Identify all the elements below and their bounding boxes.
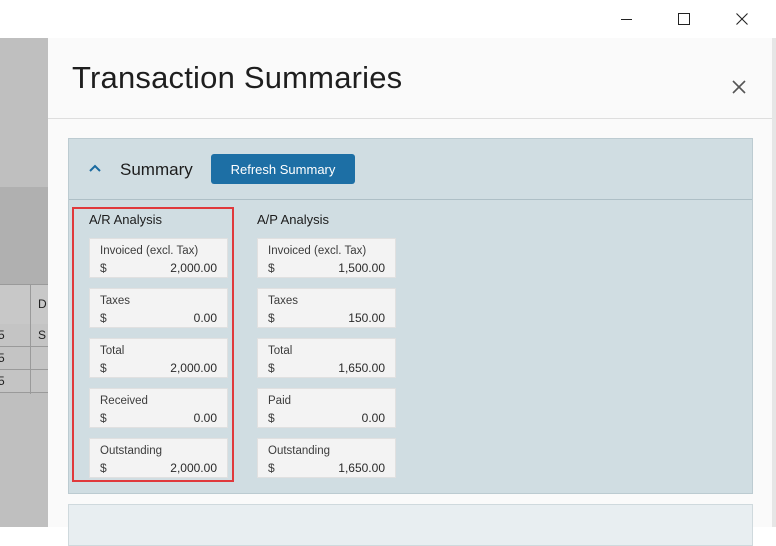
card-value: 1,650.00	[338, 361, 385, 375]
card-currency: $	[268, 261, 275, 275]
ar-analysis-title: A/R Analysis	[89, 212, 162, 227]
background-cell: 5	[0, 351, 5, 365]
card-label: Received	[100, 395, 148, 407]
chevron-up-icon[interactable]	[89, 163, 101, 173]
next-section-collapsed[interactable]	[68, 504, 753, 546]
ar-invoiced-card: Invoiced (excl. Tax) $ 2,000.00	[89, 238, 228, 278]
summary-section-title: Summary	[120, 160, 193, 179]
minimize-button[interactable]	[597, 0, 655, 38]
card-currency: $	[100, 261, 107, 275]
minimize-icon	[620, 18, 632, 20]
card-value: 1,500.00	[338, 261, 385, 275]
summary-section-header: Summary Refresh Summary	[69, 139, 752, 200]
close-icon	[732, 80, 746, 94]
card-label: Taxes	[268, 295, 299, 307]
ap-total-card: Total $ 1,650.00	[257, 338, 396, 378]
card-value: 0.00	[193, 311, 217, 325]
maximize-icon	[678, 13, 690, 25]
refresh-summary-button[interactable]: Refresh Summary	[211, 154, 355, 184]
card-label: Invoiced (excl. Tax)	[268, 245, 367, 257]
maximize-button[interactable]	[655, 0, 713, 38]
panel-title: Transaction Summaries	[72, 60, 403, 95]
card-currency: $	[100, 311, 107, 325]
panel-close-button[interactable]	[728, 76, 750, 98]
card-value: 0.00	[361, 411, 385, 425]
background-app: D 5 S 5 5	[0, 38, 48, 527]
transaction-summaries-panel: Transaction Summaries Summary Refresh Su…	[48, 38, 776, 546]
card-label: Total	[268, 345, 293, 357]
card-label: Taxes	[100, 295, 131, 307]
background-cell: 5	[0, 374, 5, 388]
background-cell: S	[38, 328, 47, 342]
ar-total-card: Total $ 2,000.00	[89, 338, 228, 378]
panel-scrollbar[interactable]	[772, 38, 776, 527]
background-grid-row[interactable]: 5	[0, 347, 48, 370]
ap-paid-card: Paid $ 0.00	[257, 388, 396, 428]
card-value: 2,000.00	[170, 361, 217, 375]
card-value: 0.00	[193, 411, 217, 425]
ap-analysis-title: A/P Analysis	[257, 212, 330, 227]
card-label: Total	[100, 345, 125, 357]
card-currency: $	[100, 361, 107, 375]
background-toolbar	[0, 187, 48, 284]
card-currency: $	[100, 411, 107, 425]
card-currency: $	[268, 461, 275, 475]
title-divider	[48, 118, 772, 119]
window-title-bar	[0, 0, 776, 38]
ar-taxes-card: Taxes $ 0.00	[89, 288, 228, 328]
background-column-divider	[30, 284, 31, 394]
card-currency: $	[268, 361, 275, 375]
ar-received-card: Received $ 0.00	[89, 388, 228, 428]
summary-section: Summary Refresh Summary A/R Analysis A/P…	[68, 138, 753, 494]
ap-invoiced-card: Invoiced (excl. Tax) $ 1,500.00	[257, 238, 396, 278]
card-value: 1,650.00	[338, 461, 385, 475]
ar-outstanding-card: Outstanding $ 2,000.00	[89, 438, 228, 478]
ap-taxes-card: Taxes $ 150.00	[257, 288, 396, 328]
card-label: Invoiced (excl. Tax)	[100, 245, 199, 257]
close-icon	[736, 13, 748, 25]
background-header-cell: D	[38, 297, 47, 311]
card-label: Outstanding	[100, 445, 163, 457]
background-grid-row[interactable]: 5 S	[0, 324, 48, 347]
card-label: Outstanding	[268, 445, 331, 457]
card-currency: $	[268, 411, 275, 425]
card-value: 150.00	[348, 311, 385, 325]
card-value: 2,000.00	[170, 461, 217, 475]
background-cell: 5	[0, 328, 5, 342]
ap-outstanding-card: Outstanding $ 1,650.00	[257, 438, 396, 478]
card-currency: $	[268, 311, 275, 325]
card-currency: $	[100, 461, 107, 475]
background-grid-row[interactable]: 5	[0, 370, 48, 393]
background-grid-header: D	[0, 284, 48, 325]
card-value: 2,000.00	[170, 261, 217, 275]
window-close-button[interactable]	[713, 0, 771, 38]
card-label: Paid	[268, 395, 292, 407]
